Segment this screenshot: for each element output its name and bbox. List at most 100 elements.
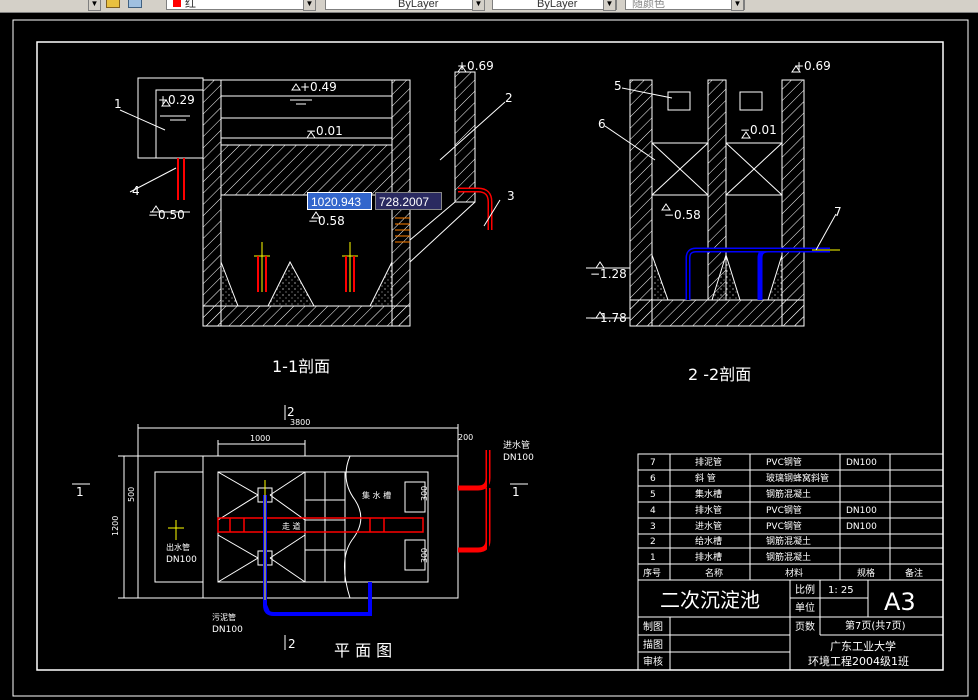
made-by: 制图 [643, 620, 663, 633]
checked-by: 审核 [643, 655, 663, 668]
callout-1: 1 [114, 97, 122, 111]
school: 广东工业大学 [830, 639, 896, 653]
s2-elev-a: −0.58 [664, 208, 701, 222]
s2-elev-b: −1.28 [590, 267, 627, 281]
linetype-dropdown-arrow-icon[interactable]: ▼ [472, 0, 485, 11]
s2-left-wall [629, 79, 653, 327]
bom-header-note: 备注 [905, 567, 923, 579]
lineweight-value: ByLayer [537, 0, 578, 10]
bom-row-spec: DN100 [846, 458, 877, 468]
bom-row-material: 钢筋混凝土 [766, 535, 811, 547]
bom-row-material: 玻璃钢蜂窝斜管 [766, 472, 829, 484]
linetype-value: ByLayer [398, 0, 439, 10]
left-wall [202, 79, 222, 327]
s2-elev-mid: −0.01 [740, 123, 777, 137]
callout-2: 2 [505, 91, 513, 105]
drawing-canvas[interactable]: +0.49 +0.29 +0.69 −0.01 −0.50 −0.58 1 2 … [0, 12, 978, 700]
bom-header-material: 材料 [785, 567, 803, 579]
section-2-2 [586, 65, 840, 327]
bom-row-no: 6 [650, 474, 656, 484]
section-2-title: 2 -2剖面 [688, 365, 751, 384]
bom-row-no: 1 [650, 553, 656, 563]
inner-border [36, 41, 944, 671]
bom-header-spec: 规格 [857, 567, 875, 579]
plotstyle-combo[interactable]: 随颜色 [625, 0, 745, 10]
color-value: 红 [185, 0, 196, 10]
label-collect: 集 水 槽 [362, 490, 391, 500]
callout-4: 4 [132, 184, 140, 198]
drawn-by: 描图 [643, 638, 663, 651]
label-outlet-pipe: 出水管 [166, 542, 190, 552]
unit-label: 单位 [795, 601, 815, 614]
bom-row-material: PVC钢管 [766, 520, 802, 532]
bom-row-name: 集水槽 [695, 488, 722, 500]
elev-right: +0.69 [457, 59, 494, 73]
plan-dim-small: 200 [458, 433, 473, 442]
section-mark-2-bottom: 2 [288, 637, 296, 651]
label-channel: 走 道 [282, 521, 301, 531]
bom-row-no: 7 [650, 458, 656, 468]
bom-row-material: 钢筋混凝土 [766, 551, 811, 563]
color-combo[interactable]: 红 [166, 0, 316, 10]
bom-row-no: 2 [650, 537, 656, 547]
s2-elev-top: +0.69 [794, 59, 831, 73]
color-dropdown-arrow-icon[interactable]: ▼ [303, 0, 316, 11]
bom-row-name: 进水管 [695, 520, 722, 532]
sheet-size: A3 [884, 588, 916, 616]
lineweight-dropdown-arrow-icon[interactable]: ▼ [603, 0, 616, 11]
plan-dim-500: 500 [127, 487, 136, 502]
elev-left: +0.29 [158, 93, 195, 107]
bom-row-material: PVC钢管 [766, 504, 802, 516]
label-sludge-dn: DN100 [212, 625, 243, 635]
plan-dim-part: 1000 [250, 434, 270, 443]
linetype-combo[interactable]: ByLayer [325, 0, 485, 10]
coordinate-x-input[interactable]: 1020.943 [307, 192, 372, 210]
bom-row-name: 斜 管 [695, 472, 716, 484]
s2-hopper [651, 254, 669, 301]
bom-row-material: 钢筋混凝土 [766, 488, 811, 500]
bom-row-name: 给水槽 [695, 535, 722, 547]
bom-row-name: 排水槽 [695, 551, 722, 563]
bom-row-name: 排泥管 [695, 456, 722, 468]
s2-callout-5: 5 [614, 79, 622, 93]
plotstyle-value: 随颜色 [632, 0, 665, 10]
scale-label: 比例 [795, 583, 815, 596]
sludge-hopper [369, 261, 393, 307]
plotstyle-dropdown-arrow-icon[interactable]: ▼ [731, 0, 744, 11]
plan-dim-total: 3800 [290, 418, 310, 427]
sludge-hopper [267, 260, 315, 307]
bom-row-spec: DN100 [846, 506, 877, 516]
scale-value: 1: 25 [828, 585, 854, 596]
layer-dropdown-arrow-icon[interactable]: ▼ [88, 0, 101, 11]
label-sludge-pipe: 污泥管 [212, 612, 236, 622]
bom-row-no: 4 [650, 506, 656, 516]
class: 环境工程2004级1班 [808, 654, 909, 668]
bom-row-name: 排水管 [695, 504, 722, 516]
layers-stack-icon[interactable] [128, 0, 146, 10]
title-block-text: 二次沉淀池 比例 1: 25 A3 单位 页数 第7页(共7页) 制图 描图 审… [643, 583, 916, 668]
pages-value: 第7页(共7页) [845, 619, 906, 632]
lineweight-combo[interactable]: ByLayer [492, 0, 617, 10]
plan-dim-right-a: 300 [420, 486, 429, 501]
section-mark-1-right: 1 [512, 485, 520, 499]
elev-top: +0.49 [300, 80, 337, 94]
callout-3: 3 [507, 189, 515, 203]
elev-mid: −0.01 [306, 124, 343, 138]
color-swatch-icon [173, 0, 181, 7]
s2-callout-7: 7 [834, 205, 842, 219]
bottom-slab [202, 305, 411, 327]
plan-dim-height: 1200 [111, 516, 120, 536]
bom-row-material: PVC钢管 [766, 456, 802, 468]
section-1-title: 1-1剖面 [272, 357, 330, 376]
sludge-hopper [220, 261, 239, 307]
elev-low-left: −0.50 [148, 208, 185, 222]
bom-row-no: 5 [650, 490, 656, 500]
coordinate-y-input[interactable]: 728.2007 [375, 192, 442, 210]
s2-elev-c: −1.78 [590, 311, 627, 325]
s2-right-wall [781, 79, 805, 327]
bom-row-spec: DN100 [846, 522, 877, 532]
label-inlet-pipe: 进水管 [503, 439, 530, 451]
plan-dim-right-b: 300 [420, 548, 429, 563]
layer-icon[interactable] [106, 0, 124, 10]
pages-label: 页数 [795, 620, 815, 633]
